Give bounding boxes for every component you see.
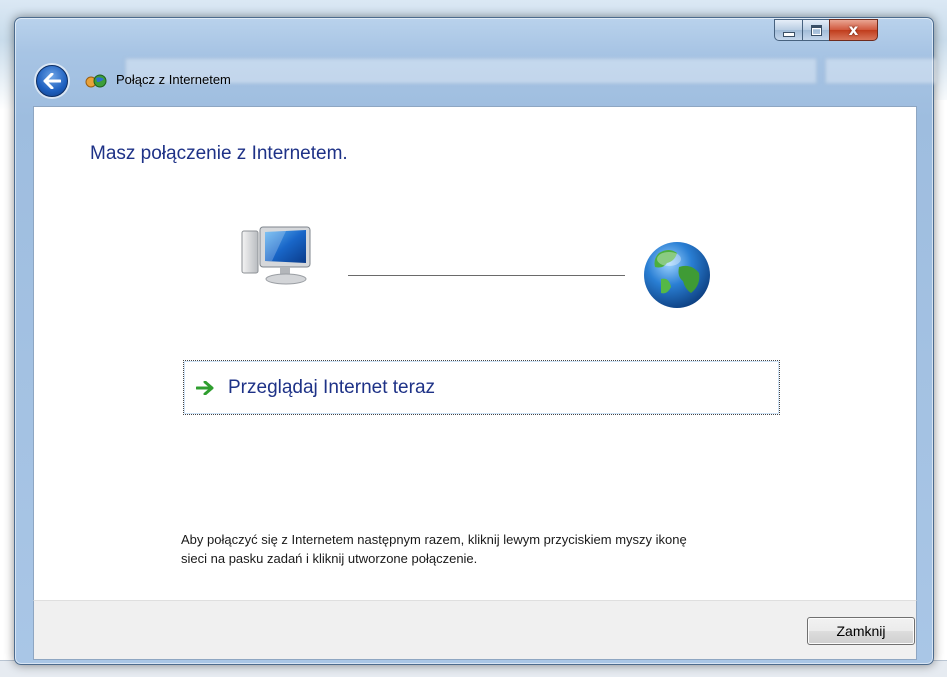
network-connection-icon: [85, 74, 107, 88]
info-text: Aby połączyć się z Internetem następnym …: [181, 532, 687, 566]
maximize-button[interactable]: [802, 19, 829, 41]
minimize-icon: [782, 31, 795, 37]
page-heading: Masz połączenie z Internetem.: [90, 143, 348, 164]
computer-icon: [241, 226, 311, 285]
green-arrow-icon: [196, 380, 214, 395]
close-window-button[interactable]: x: [829, 19, 878, 41]
connect-to-internet-dialog: x Połącz z Internetem Masz połączenie z …: [14, 17, 937, 665]
maximize-icon: [810, 24, 822, 36]
minimize-button[interactable]: [774, 19, 802, 41]
connection-line: [348, 275, 625, 276]
close-button[interactable]: Zamknij: [807, 617, 915, 645]
browse-internet-label: Przeglądaj Internet teraz: [228, 376, 436, 398]
globe-icon: [644, 242, 710, 308]
command-bar: Zamknij: [33, 600, 917, 660]
back-button[interactable]: [36, 65, 68, 97]
browse-internet-link[interactable]: Przeglądaj Internet teraz: [183, 360, 780, 415]
background-search-box: [825, 58, 937, 84]
back-arrow-icon: [43, 73, 61, 89]
dialog-title: Połącz z Internetem: [116, 72, 231, 87]
caption-buttons: x: [774, 19, 878, 41]
close-icon: x: [848, 20, 859, 39]
content-panel: Masz połączenie z Internetem. Przeglądaj…: [33, 106, 917, 601]
